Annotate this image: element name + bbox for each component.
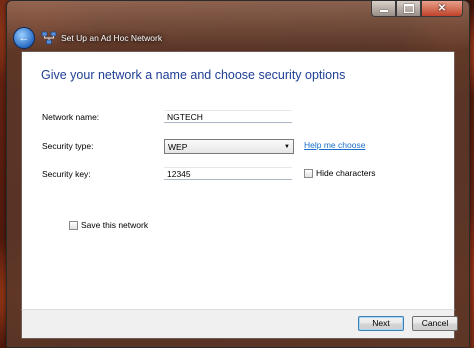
minimize-icon (379, 10, 388, 12)
security-type-value: WEP (168, 141, 188, 152)
network-name-input[interactable]: NGTECH (164, 110, 292, 123)
cancel-button[interactable]: Cancel (412, 316, 458, 331)
save-network-label: Save this network (81, 220, 149, 230)
wizard-content: Give your network a name and choose secu… (21, 51, 455, 311)
chevron-down-icon: ▼ (284, 143, 290, 150)
help-me-choose-link[interactable]: Help me choose (304, 140, 365, 150)
wizard-title: Set Up an Ad Hoc Network (61, 33, 163, 43)
security-type-label: Security type: (42, 141, 94, 151)
back-arrow-icon: ← (18, 32, 30, 44)
hide-characters-checkbox[interactable] (304, 168, 313, 178)
wizard-footer: Next Cancel (21, 309, 458, 339)
navigation-bar: ← Set Up an Ad Hoc Network (13, 25, 313, 51)
security-type-select[interactable]: WEP ▼ (164, 139, 294, 154)
security-key-input[interactable]: 12345 (164, 167, 292, 180)
next-button[interactable]: Next (358, 316, 404, 331)
maximize-button[interactable] (396, 1, 421, 17)
minimize-button[interactable] (371, 1, 396, 17)
hide-characters-option[interactable]: Hide characters (304, 168, 376, 178)
close-icon: ✕ (437, 3, 447, 14)
maximize-icon (403, 4, 414, 13)
back-button[interactable]: ← (13, 27, 35, 49)
page-heading: Give your network a name and choose secu… (41, 68, 346, 82)
caption-buttons: ✕ (371, 1, 463, 18)
network-icon (41, 31, 57, 45)
hide-characters-label: Hide characters (316, 168, 376, 178)
save-network-checkbox[interactable] (69, 220, 78, 230)
wizard-window: ✕ ← Set Up an Ad Hoc Network Give your n… (6, 0, 470, 348)
save-network-option[interactable]: Save this network (69, 220, 148, 230)
network-name-label: Network name: (42, 112, 100, 122)
security-key-label: Security key: (42, 169, 91, 179)
close-button[interactable]: ✕ (421, 1, 463, 17)
